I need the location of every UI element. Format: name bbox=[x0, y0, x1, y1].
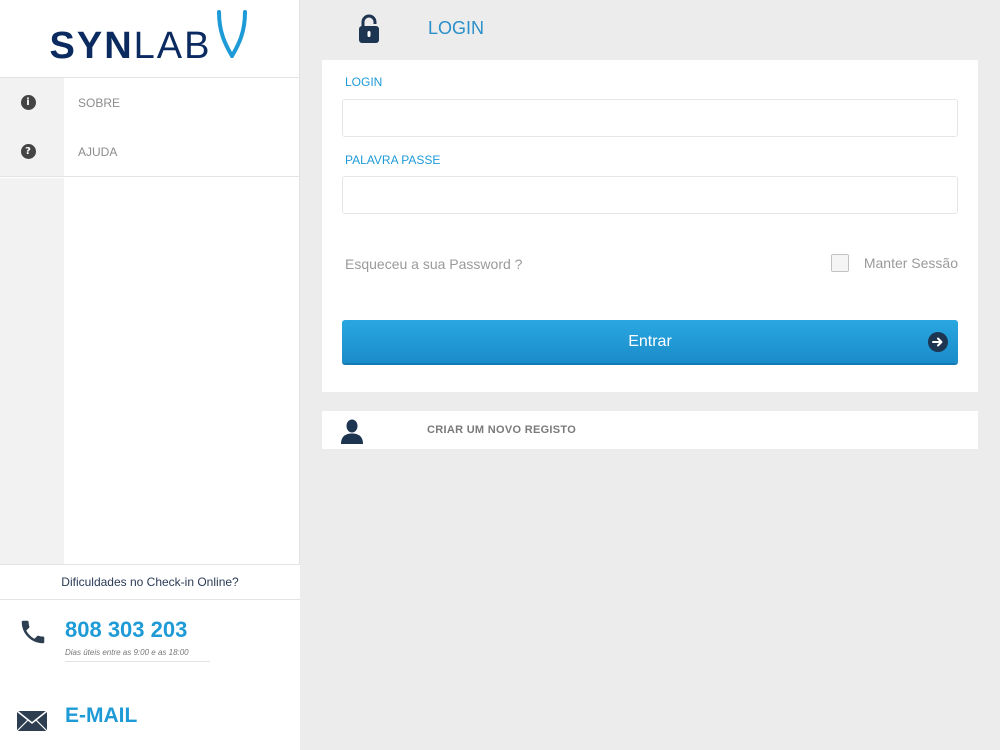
password-field-label: PALAVRA PASSE bbox=[345, 153, 441, 167]
logo-mark-icon bbox=[215, 9, 249, 68]
keep-session-control[interactable]: Manter Sessão bbox=[830, 254, 958, 272]
keep-session-label: Manter Sessão bbox=[863, 255, 958, 271]
page-title: LOGIN bbox=[428, 18, 485, 38]
create-account-bar[interactable]: CRIAR UM NOVO REGISTO bbox=[322, 411, 978, 449]
sidebar-fill bbox=[0, 178, 64, 564]
help-panel: Dificuldades no Check-in Online? 808 303… bbox=[0, 564, 300, 750]
sidebar-menu: i ? SOBRE AJUDA bbox=[0, 78, 299, 177]
page-header: LOGIN bbox=[300, 0, 1000, 58]
phone-contact: 808 303 203 Dias úteis entre as 9:00 e a… bbox=[0, 615, 300, 675]
create-account-label: CRIAR UM NOVO REGISTO bbox=[427, 424, 577, 436]
help-title: Dificuldades no Check-in Online? bbox=[0, 565, 300, 600]
email-label: E-MAIL bbox=[65, 704, 138, 727]
sidebar-item-ajuda-icon-cell[interactable]: ? bbox=[0, 127, 64, 176]
sidebar-item-sobre-icon-cell[interactable]: i bbox=[0, 78, 64, 127]
enter-button[interactable]: Entrar bbox=[342, 320, 958, 363]
phone-number[interactable]: 808 303 203 bbox=[65, 617, 187, 643]
phone-hours: Dias úteis entre as 9:00 e as 18:00 bbox=[65, 648, 210, 662]
phone-icon bbox=[18, 617, 48, 652]
login-field-label: LOGIN bbox=[345, 75, 383, 89]
arrow-right-icon bbox=[928, 332, 948, 352]
enter-button-label: Entrar bbox=[628, 332, 672, 350]
help-icon: ? bbox=[20, 144, 36, 159]
login-field[interactable] bbox=[342, 99, 958, 137]
forgot-password-link[interactable]: Esqueceu a sua Password ? bbox=[345, 256, 522, 272]
login-card: LOGIN PALAVRA PASSE Esqueceu a sua Passw… bbox=[322, 60, 978, 392]
lock-icon bbox=[358, 14, 380, 49]
logo-lab-text: LAB bbox=[133, 24, 212, 67]
keep-session-checkbox[interactable] bbox=[830, 254, 849, 272]
user-icon bbox=[340, 418, 364, 449]
logo-syn-text: SYN bbox=[49, 24, 134, 67]
info-icon: i bbox=[20, 95, 36, 110]
sidebar-item-sobre[interactable]: SOBRE bbox=[64, 78, 299, 127]
sidebar-item-ajuda[interactable]: AJUDA bbox=[64, 127, 299, 176]
password-field[interactable] bbox=[342, 176, 958, 214]
email-contact[interactable]: E-MAIL bbox=[0, 700, 300, 740]
sidebar: SYN LAB i ? SOBRE AJUDA Dificuldades no … bbox=[0, 0, 300, 750]
synlab-logo[interactable]: SYN LAB bbox=[0, 0, 299, 78]
envelope-icon bbox=[16, 710, 48, 737]
